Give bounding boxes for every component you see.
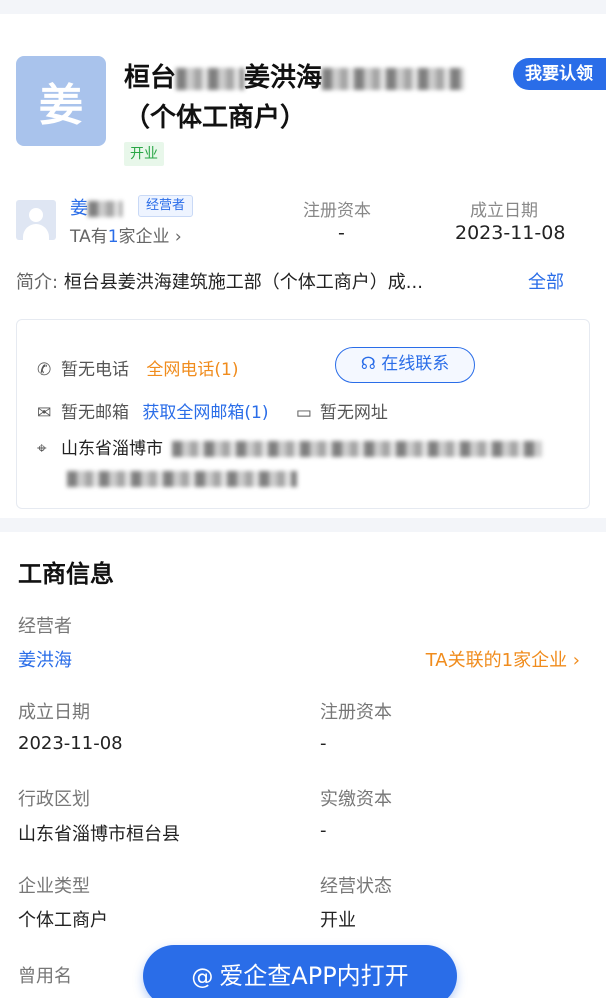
company-type-value: 个体工商户	[18, 910, 108, 931]
avatar[interactable]	[16, 200, 56, 240]
logo-char: 姜	[39, 80, 83, 131]
operator-label: 经营者	[18, 616, 72, 637]
operating-status-value: 开业	[320, 910, 356, 931]
redacted-block	[172, 441, 543, 457]
operator-value-link[interactable]: 姜洪海	[18, 646, 72, 672]
address-text: 山东省淄博市	[61, 439, 163, 459]
status-badge: 开业	[124, 142, 164, 166]
operator-name[interactable]: 姜	[70, 194, 122, 220]
company-header-card: 姜 桓台 姜洪海 （个体工商户） 我要认领 开业 姜 经营者 TA有1家企业 › …	[0, 14, 606, 518]
founded-label: 成立日期	[470, 201, 538, 221]
operator-companies-link[interactable]: TA有1家企业 ›	[70, 222, 182, 247]
intro-all-link[interactable]: 全部	[528, 268, 564, 294]
email-none: 暂无邮箱	[61, 403, 129, 423]
former-name-label: 曾用名	[18, 966, 72, 987]
company-name: 桓台 姜洪海 （个体工商户）	[124, 58, 504, 138]
redacted-block	[322, 67, 465, 90]
location-icon: ⌖	[37, 439, 47, 459]
intro-text: 桓台县姜洪海建筑施工部（个体工商户）成...	[63, 272, 423, 293]
redacted-block	[67, 471, 297, 487]
phone-icon: ✆	[37, 360, 52, 380]
address-row[interactable]: ⌖ 山东省淄博市	[37, 434, 543, 487]
paid-capital-value: -	[320, 820, 327, 841]
mail-icon: ✉	[37, 403, 52, 423]
founded-value: 2023-11-08	[455, 222, 566, 244]
company-name-mid: 姜洪海	[244, 63, 323, 93]
related-companies-link[interactable]: TA关联的1家企业 ›	[426, 646, 580, 672]
region-value: 山东省淄博市桓台县	[18, 824, 180, 845]
online-contact-button[interactable]: ☊ 在线联系	[335, 347, 475, 383]
founded-value: 2023-11-08	[18, 733, 123, 754]
phone-row: ✆ 暂无电话 全网电话(1)	[37, 355, 239, 380]
open-in-app-label: 爱企查APP内打开	[219, 962, 409, 990]
operating-status-label: 经营状态	[320, 876, 392, 897]
company-name-line2: （个体工商户）	[124, 103, 307, 133]
capital-value: -	[320, 733, 327, 754]
section-title: 工商信息	[18, 560, 114, 588]
company-name-prefix: 桓台	[124, 63, 177, 93]
intro-label: 简介:	[16, 272, 59, 293]
paid-capital-label: 实缴资本	[320, 789, 392, 810]
all-phones-link[interactable]: 全网电话(1)	[146, 360, 238, 380]
capital-label: 注册资本	[320, 702, 392, 723]
capital-label: 注册资本	[303, 201, 371, 221]
company-type-label: 企业类型	[18, 876, 90, 897]
website-none: 暂无网址	[319, 403, 388, 423]
claim-button[interactable]: 我要认领	[513, 58, 606, 90]
business-info-card: 工商信息 经营者 姜洪海 TA关联的1家企业 › 成立日期 2023-11-08…	[0, 532, 606, 998]
redacted-block	[176, 67, 245, 90]
operator-role-badge: 经营者	[138, 195, 194, 217]
headset-icon: ☊	[360, 354, 376, 374]
capital-value: -	[338, 222, 345, 244]
company-logo: 姜	[16, 56, 106, 146]
contact-box: ✆ 暂无电话 全网电话(1) ☊ 在线联系 ✉ 暂无邮箱 获取全网邮箱(1) ▭ 暂无…	[16, 319, 590, 509]
region-label: 行政区划	[18, 789, 90, 810]
at-icon: @	[191, 965, 214, 990]
browser-icon: ▭	[295, 403, 312, 423]
open-in-app-button[interactable]: @ 爱企查APP内打开	[143, 945, 457, 998]
intro: 简介: 桓台县姜洪海建筑施工部（个体工商户）成... 全部	[16, 268, 586, 294]
email-row: ✉ 暂无邮箱 获取全网邮箱(1) ▭ 暂无网址	[37, 398, 388, 423]
founded-label: 成立日期	[18, 702, 90, 723]
phone-none: 暂无电话	[61, 360, 129, 380]
get-emails-link[interactable]: 获取全网邮箱(1)	[142, 403, 268, 423]
